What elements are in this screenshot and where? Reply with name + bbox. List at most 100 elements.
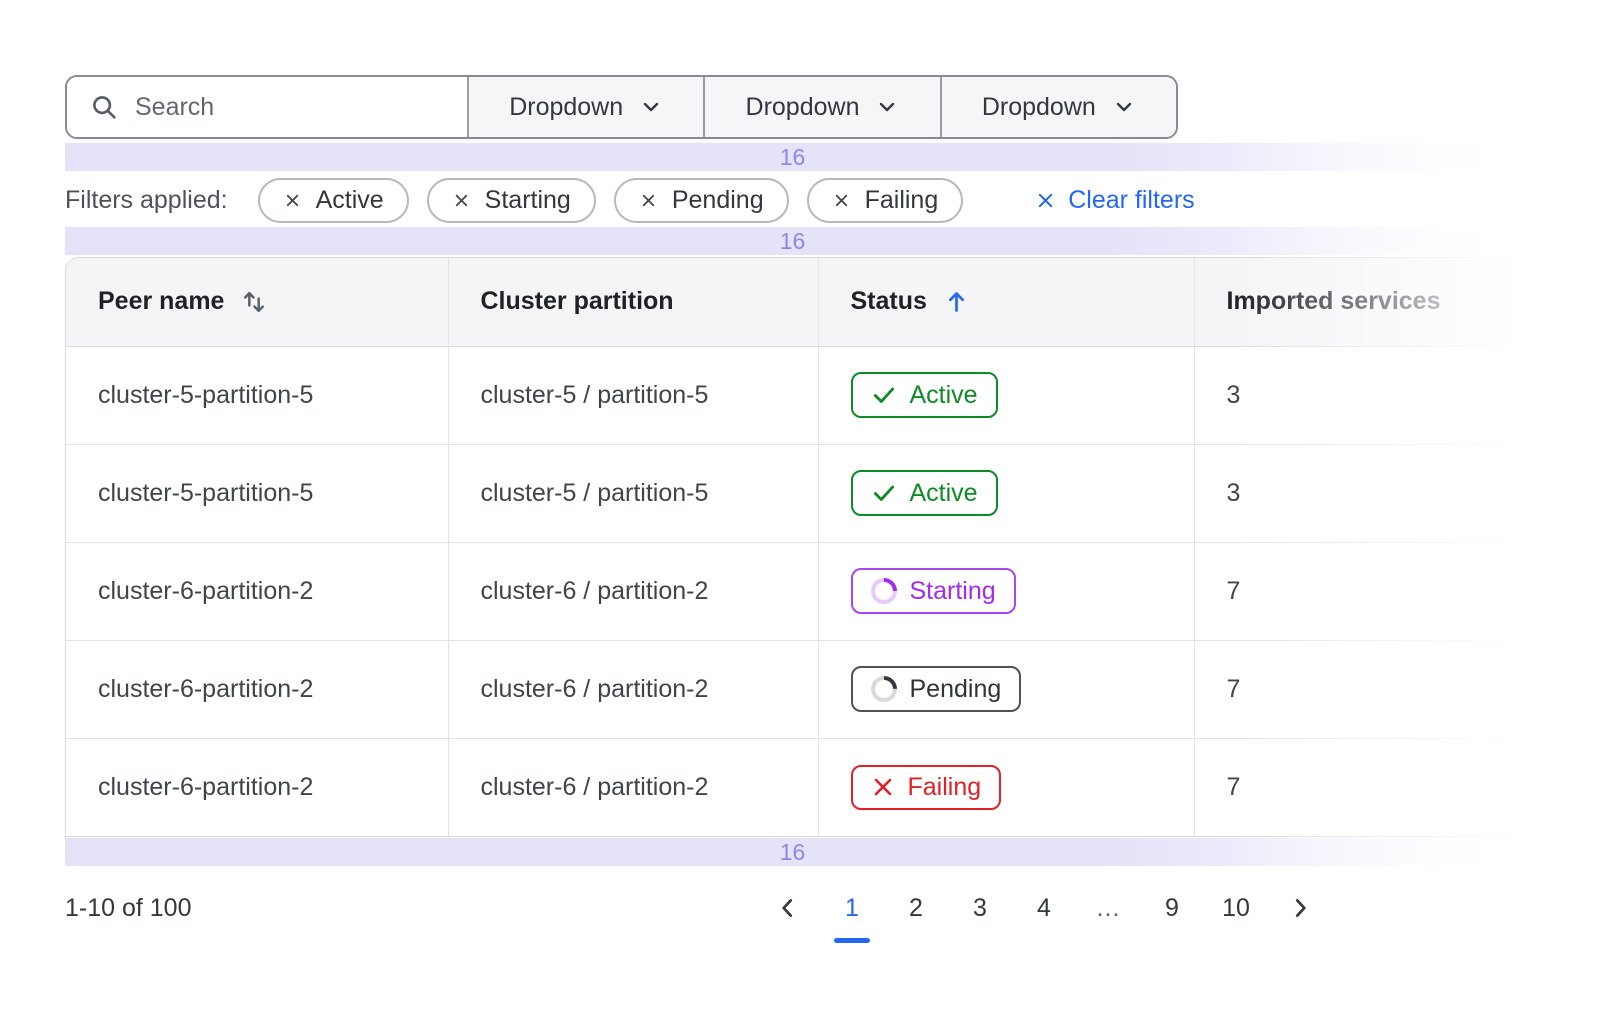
applied-filters-row: Filters applied: Active Starting Pending… bbox=[65, 177, 1618, 223]
status-badge-failing: Failing bbox=[851, 765, 1002, 810]
spinner-icon bbox=[865, 573, 902, 610]
imported-services-cell: 7 bbox=[1194, 640, 1519, 738]
status-label: Pending bbox=[910, 677, 1002, 702]
dropdown-button-3[interactable]: Dropdown bbox=[940, 77, 1176, 137]
cluster-partition-cell: cluster-6 / partition-2 bbox=[448, 640, 818, 738]
column-label: Cluster partition bbox=[481, 287, 674, 316]
check-icon bbox=[871, 480, 897, 506]
status-badge-starting: Starting bbox=[851, 568, 1016, 614]
filter-chip-label: Failing bbox=[865, 186, 939, 215]
status-badge-pending: Pending bbox=[851, 666, 1022, 712]
filter-chip-label: Pending bbox=[672, 186, 764, 215]
chevron-down-icon bbox=[1112, 95, 1136, 119]
remove-filter-icon[interactable] bbox=[832, 191, 851, 210]
status-label: Starting bbox=[910, 579, 996, 604]
column-label: Status bbox=[851, 287, 927, 316]
peers-table: Peer name Cluster partition bbox=[65, 257, 1520, 837]
dropdown-label: Dropdown bbox=[509, 93, 623, 122]
spacing-marker-band: 16 bbox=[65, 143, 1520, 171]
check-icon bbox=[871, 382, 897, 408]
column-header-cluster-partition: Cluster partition bbox=[448, 258, 818, 346]
search-box[interactable] bbox=[67, 77, 467, 137]
chevron-down-icon bbox=[875, 95, 899, 119]
peer-name-cell: cluster-5-partition-5 bbox=[66, 444, 448, 542]
cluster-partition-cell: cluster-6 / partition-2 bbox=[448, 738, 818, 836]
cluster-partition-cell: cluster-5 / partition-5 bbox=[448, 346, 818, 444]
spacing-marker-value: 16 bbox=[780, 839, 806, 866]
remove-filter-icon[interactable] bbox=[283, 191, 302, 210]
status-cell: Failing bbox=[818, 738, 1194, 836]
dropdown-label: Dropdown bbox=[982, 93, 1096, 122]
remove-filter-icon[interactable] bbox=[639, 191, 658, 210]
page-number-3[interactable]: 3 bbox=[960, 888, 1000, 929]
table-row: cluster-5-partition-5 cluster-5 / partit… bbox=[66, 444, 1519, 542]
previous-page-button[interactable] bbox=[768, 889, 808, 927]
status-badge-active: Active bbox=[851, 372, 998, 418]
spacing-marker-band: 16 bbox=[65, 838, 1520, 866]
table-row: cluster-6-partition-2 cluster-6 / partit… bbox=[66, 738, 1519, 836]
dropdown-button-2[interactable]: Dropdown bbox=[703, 77, 939, 137]
peer-name-cell: cluster-6-partition-2 bbox=[66, 738, 448, 836]
filter-chip-label: Starting bbox=[485, 186, 571, 215]
sort-ascending-icon bbox=[943, 288, 970, 315]
page-number-2[interactable]: 2 bbox=[896, 888, 936, 929]
pager: 1 2 3 4 … 9 10 bbox=[768, 888, 1320, 929]
clear-filters-label: Clear filters bbox=[1068, 186, 1194, 215]
status-cell: Active bbox=[818, 444, 1194, 542]
dropdown-button-1[interactable]: Dropdown bbox=[467, 77, 703, 137]
clear-filters-x-icon bbox=[1035, 190, 1056, 211]
spacing-marker-value: 16 bbox=[780, 228, 806, 255]
status-cell: Pending bbox=[818, 640, 1194, 738]
status-label: Failing bbox=[908, 775, 982, 800]
filter-toolbar: Dropdown Dropdown Dropdown bbox=[65, 75, 1178, 139]
chevron-down-icon bbox=[639, 95, 663, 119]
spinner-icon bbox=[865, 671, 902, 708]
filter-chip-active[interactable]: Active bbox=[258, 178, 409, 223]
page-number-9[interactable]: 9 bbox=[1152, 888, 1192, 929]
next-page-button[interactable] bbox=[1280, 889, 1320, 927]
column-label: Imported services bbox=[1227, 287, 1441, 316]
table-header-row: Peer name Cluster partition bbox=[66, 258, 1519, 346]
results-range-summary: 1-10 of 100 bbox=[65, 894, 192, 923]
column-header-imported-services: Imported services bbox=[1194, 258, 1519, 346]
column-label: Peer name bbox=[98, 287, 224, 316]
page-number-1[interactable]: 1 bbox=[832, 888, 872, 929]
peer-name-cell: cluster-5-partition-5 bbox=[66, 346, 448, 444]
page-number-10[interactable]: 10 bbox=[1216, 888, 1256, 929]
imported-services-cell: 3 bbox=[1194, 346, 1519, 444]
cluster-partition-cell: cluster-5 / partition-5 bbox=[448, 444, 818, 542]
table-row: cluster-6-partition-2 cluster-6 / partit… bbox=[66, 640, 1519, 738]
status-cell: Active bbox=[818, 346, 1194, 444]
imported-services-cell: 7 bbox=[1194, 738, 1519, 836]
status-label: Active bbox=[910, 481, 978, 506]
column-header-status[interactable]: Status bbox=[818, 258, 1194, 346]
table-row: cluster-6-partition-2 cluster-6 / partit… bbox=[66, 542, 1519, 640]
pagination-bar: 1-10 of 100 1 2 3 4 … 9 10 bbox=[65, 878, 1618, 938]
imported-services-cell: 7 bbox=[1194, 542, 1519, 640]
table-row: cluster-5-partition-5 cluster-5 / partit… bbox=[66, 346, 1519, 444]
peer-name-cell: cluster-6-partition-2 bbox=[66, 542, 448, 640]
imported-services-cell: 3 bbox=[1194, 444, 1519, 542]
filter-chip-failing[interactable]: Failing bbox=[807, 178, 964, 223]
sort-toggle-icon bbox=[240, 288, 268, 316]
status-label: Active bbox=[910, 383, 978, 408]
filter-chip-starting[interactable]: Starting bbox=[427, 178, 596, 223]
peer-name-cell: cluster-6-partition-2 bbox=[66, 640, 448, 738]
filter-chip-pending[interactable]: Pending bbox=[614, 178, 789, 223]
page-ellipsis: … bbox=[1088, 888, 1128, 929]
spacing-marker-value: 16 bbox=[780, 144, 806, 171]
dropdown-label: Dropdown bbox=[746, 93, 860, 122]
remove-filter-icon[interactable] bbox=[452, 191, 471, 210]
search-icon bbox=[89, 92, 119, 122]
column-header-peer-name[interactable]: Peer name bbox=[66, 258, 448, 346]
status-badge-active: Active bbox=[851, 470, 998, 516]
clear-filters-link[interactable]: Clear filters bbox=[1035, 186, 1194, 215]
x-icon bbox=[871, 775, 895, 799]
filter-chip-label: Active bbox=[316, 186, 384, 215]
peers-list-page: Dropdown Dropdown Dropdown 16 Filters ap… bbox=[0, 0, 1618, 1010]
search-input[interactable] bbox=[135, 93, 435, 122]
page-number-4[interactable]: 4 bbox=[1024, 888, 1064, 929]
spacing-marker-band: 16 bbox=[65, 227, 1520, 255]
status-cell: Starting bbox=[818, 542, 1194, 640]
filters-applied-label: Filters applied: bbox=[65, 186, 228, 215]
